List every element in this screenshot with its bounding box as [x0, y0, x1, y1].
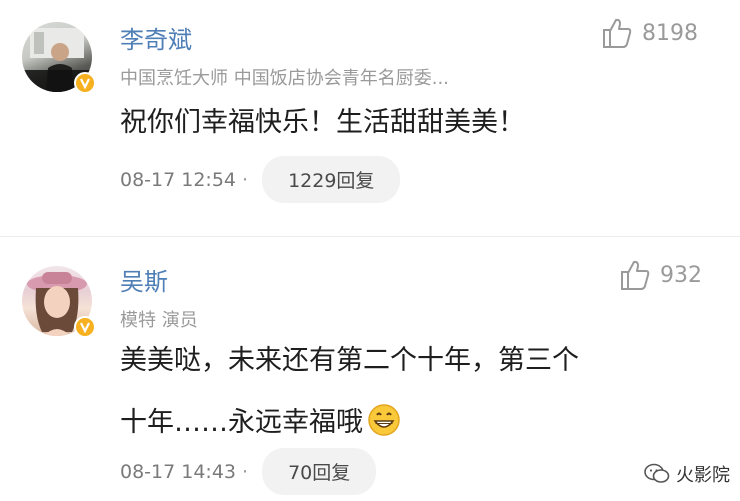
comment-text-fragment: 十年……永远幸福哦 [120, 407, 363, 438]
separator: · [242, 460, 249, 483]
verified-v-icon [74, 72, 96, 94]
avatar[interactable] [22, 22, 96, 94]
timestamp: 08-17 14:43 [120, 460, 237, 483]
watermark-text: 火影院 [676, 465, 730, 486]
like-button[interactable]: 932 [618, 258, 702, 292]
avatar[interactable] [22, 266, 96, 338]
grin-emoji-icon [367, 403, 401, 437]
like-count: 932 [660, 262, 702, 288]
comment-text-line: 美美哒，未来还有第二个十年，第三个 [120, 345, 579, 376]
username[interactable]: 吴斯 [120, 262, 168, 297]
replies-button[interactable]: 70回复 [262, 448, 377, 495]
username[interactable]: 李奇斌 [120, 20, 192, 55]
like-count: 8198 [642, 20, 698, 46]
comment-meta: 08-17 12:54 · 1229回复 [120, 156, 401, 203]
separator: · [242, 168, 249, 191]
thumbs-up-icon [621, 260, 650, 290]
timestamp: 08-17 12:54 [120, 168, 237, 191]
comment-text: 祝你们幸福快乐！生活甜甜美美！ [120, 107, 525, 138]
comment-text-line: 十年……永远幸福哦 [120, 400, 401, 439]
like-button[interactable]: 8198 [600, 16, 698, 50]
thumbs-up-icon [603, 18, 632, 48]
replies-button[interactable]: 1229回复 [262, 156, 401, 203]
divider [0, 236, 740, 237]
watermark: 火影院 [644, 461, 730, 487]
user-description: 模特 演员 [120, 310, 198, 331]
wechat-icon [644, 463, 670, 483]
comment-meta: 08-17 14:43 · 70回复 [120, 448, 377, 495]
user-description: 中国烹饪大师 中国饭店协会青年名厨委... [120, 68, 449, 89]
comment-card: 李奇斌 中国烹饪大师 中国饭店协会青年名厨委... 8198 祝你们幸福快乐！生… [0, 0, 740, 232]
verified-v-icon [74, 316, 96, 338]
